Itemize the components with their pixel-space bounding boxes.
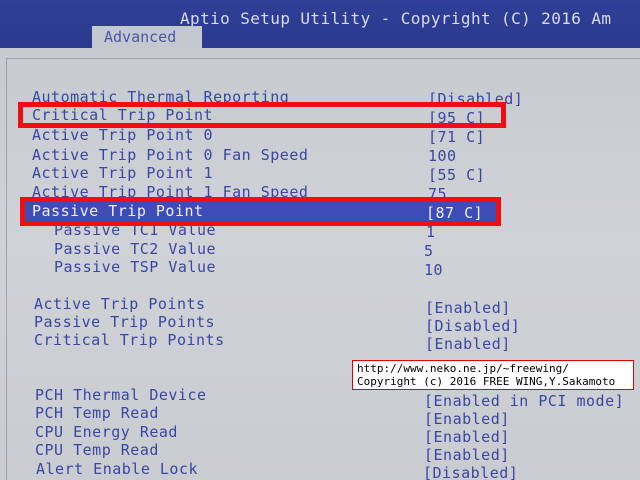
setting-label: Alert Enable Lock	[36, 460, 199, 478]
setting-row-pch-thermal-device[interactable]: PCH Thermal Device	[35, 386, 207, 404]
annotation-box-critical-trip-point	[18, 102, 506, 128]
setting-value-pch-thermal-device[interactable]: [Enabled in PCI mode]	[424, 392, 624, 410]
bios-screen: Aptio Setup Utility - Copyright (C) 2016…	[0, 0, 640, 480]
setting-value-active-trip-points[interactable]: [Enabled]	[425, 299, 511, 317]
setting-value: 5	[424, 242, 434, 260]
setting-value: [Enabled]	[425, 299, 511, 317]
setting-value-critical-trip-points[interactable]: [Enabled]	[425, 335, 511, 353]
setting-value: [Disabled]	[425, 317, 521, 335]
setting-row-pch-temp-read[interactable]: PCH Temp Read	[35, 404, 159, 422]
setting-row-critical-trip-points[interactable]: Critical Trip Points	[34, 331, 225, 349]
setting-label: Passive Trip Points	[34, 313, 216, 331]
header-bar: Aptio Setup Utility - Copyright (C) 2016…	[0, 0, 640, 48]
watermark-copyright: Copyright (c) 2016 FREE WING,Y.Sakamoto	[357, 375, 616, 388]
setting-value: [Disabled]	[423, 464, 519, 480]
setting-label: PCH Temp Read	[35, 404, 159, 422]
setting-row-active-trip-point-0-fan-speed[interactable]: Active Trip Point 0 Fan Speed	[32, 146, 308, 164]
setting-label: Active Trip Points	[34, 295, 206, 313]
setting-value-cpu-energy-read[interactable]: [Enabled]	[424, 428, 510, 446]
setting-value-passive-tc2-value[interactable]: 5	[424, 242, 434, 260]
window-title: Aptio Setup Utility - Copyright (C) 2016…	[180, 9, 612, 28]
setting-value: 100	[428, 147, 457, 165]
setting-label: Critical Trip Points	[34, 331, 225, 349]
setting-value: [Enabled]	[424, 410, 510, 428]
setting-label: PCH Thermal Device	[35, 386, 207, 404]
setting-value: [Enabled]	[425, 335, 511, 353]
setting-row-cpu-energy-read[interactable]: CPU Energy Read	[35, 423, 178, 441]
setting-value: [Enabled]	[424, 428, 510, 446]
setting-row-active-trip-point-0[interactable]: Active Trip Point 0	[32, 126, 213, 144]
setting-value-passive-trip-points[interactable]: [Disabled]	[425, 317, 520, 335]
setting-value-active-trip-point-1[interactable]: [55 C]	[428, 166, 485, 184]
tab-advanced[interactable]: Advanced	[92, 26, 202, 48]
setting-row-passive-trip-points[interactable]: Passive Trip Points	[34, 313, 215, 331]
setting-label: CPU Temp Read	[35, 441, 159, 459]
copyright-watermark: http://www.neko.ne.jp/~freewing/ Copyrig…	[352, 360, 634, 390]
setting-value: [Enabled in PCI mode]	[424, 392, 625, 410]
setting-label: Active Trip Point 1	[32, 164, 214, 182]
setting-value: [Enabled]	[424, 446, 510, 464]
setting-label: Active Trip Point 0 Fan Speed	[32, 146, 309, 164]
setting-value-passive-tsp-value[interactable]: 10	[424, 261, 443, 279]
annotation-box-passive-trip-point	[20, 197, 501, 226]
setting-row-passive-tsp-value[interactable]: Passive TSP Value	[54, 258, 216, 276]
setting-row-active-trip-point-1[interactable]: Active Trip Point 1	[32, 164, 213, 182]
setting-value: [71 C]	[428, 128, 486, 146]
setting-label: Active Trip Point 0	[32, 126, 214, 144]
watermark-url: http://www.neko.ne.jp/~freewing/	[357, 362, 569, 375]
setting-value-alert-enable-lock[interactable]: [Disabled]	[423, 464, 518, 480]
setting-row-active-trip-points[interactable]: Active Trip Points	[34, 295, 206, 313]
setting-row-alert-enable-lock[interactable]: Alert Enable Lock	[36, 460, 198, 478]
setting-label: Passive TC2 Value	[54, 240, 217, 258]
setting-row-passive-tc2-value[interactable]: Passive TC2 Value	[54, 240, 216, 258]
setting-value-cpu-temp-read[interactable]: [Enabled]	[424, 446, 510, 464]
setting-label: Passive TSP Value	[54, 258, 217, 276]
setting-value-pch-temp-read[interactable]: [Enabled]	[424, 410, 510, 428]
setting-label: CPU Energy Read	[35, 423, 178, 441]
setting-value-active-trip-point-0[interactable]: [71 C]	[428, 128, 485, 146]
setting-row-cpu-temp-read[interactable]: CPU Temp Read	[35, 441, 159, 459]
setting-value-active-trip-point-0-fan-speed[interactable]: 100	[428, 147, 457, 165]
setting-value: 10	[424, 261, 444, 279]
setting-value: [55 C]	[428, 166, 486, 184]
